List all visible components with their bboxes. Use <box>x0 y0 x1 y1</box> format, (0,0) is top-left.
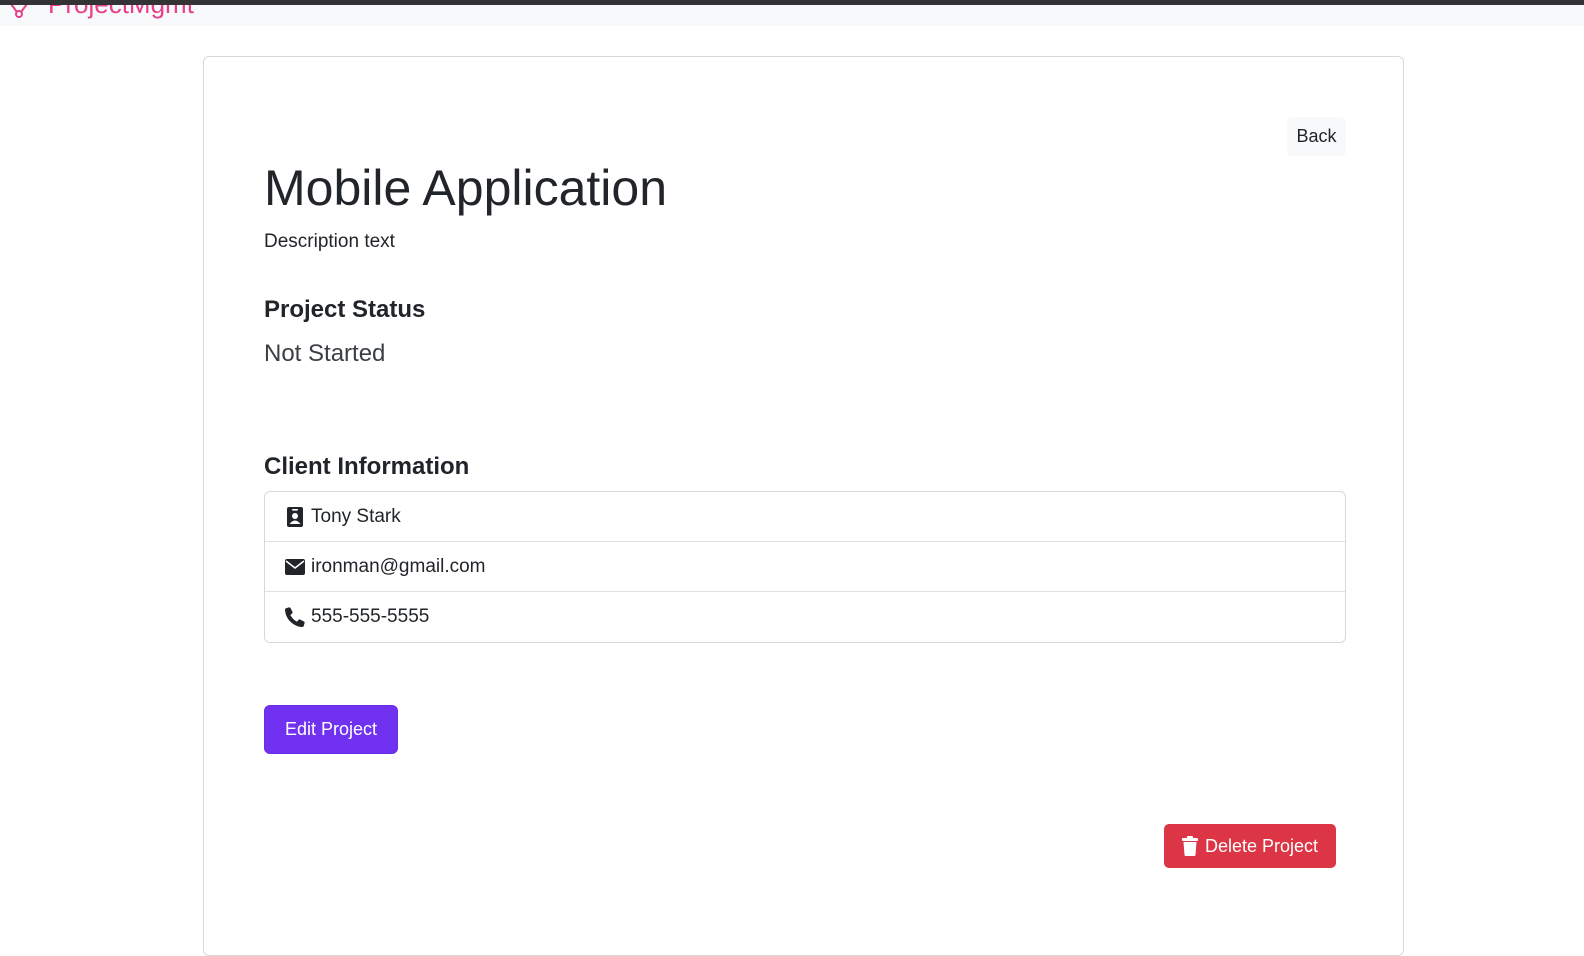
client-phone-item: 555-555-5555 <box>265 592 1345 642</box>
edit-project-button[interactable]: Edit Project <box>264 705 398 754</box>
client-name: Tony Stark <box>311 505 401 527</box>
client-info-list: Tony Stark ironman@gmail.com 555-555-555… <box>264 491 1346 643</box>
client-email-item: ironman@gmail.com <box>265 542 1345 592</box>
back-button[interactable]: Back <box>1287 117 1346 156</box>
client-info-heading: Client Information <box>264 453 470 480</box>
project-title: Mobile Application <box>264 160 668 216</box>
delete-project-button[interactable]: Delete Project <box>1164 824 1336 868</box>
project-status-value: Not Started <box>264 340 386 367</box>
contact-card-icon <box>285 506 305 527</box>
client-email: ironman@gmail.com <box>311 555 486 577</box>
trash-icon <box>1181 836 1198 856</box>
brand-text: ProjectMgmt <box>48 5 194 19</box>
project-card: Back Mobile Application Description text… <box>203 56 1404 956</box>
project-description: Description text <box>264 231 395 252</box>
client-name-item: Tony Stark <box>265 492 1345 542</box>
envelope-icon <box>285 557 305 577</box>
project-status-heading: Project Status <box>264 296 426 323</box>
delete-project-label: Delete Project <box>1204 835 1319 856</box>
phone-icon <box>285 607 305 627</box>
client-phone: 555-555-5555 <box>311 606 430 627</box>
navbar: ProjectMgmt <box>0 5 1584 26</box>
brand-link[interactable]: ProjectMgmt <box>2 5 194 19</box>
network-icon <box>2 5 48 18</box>
